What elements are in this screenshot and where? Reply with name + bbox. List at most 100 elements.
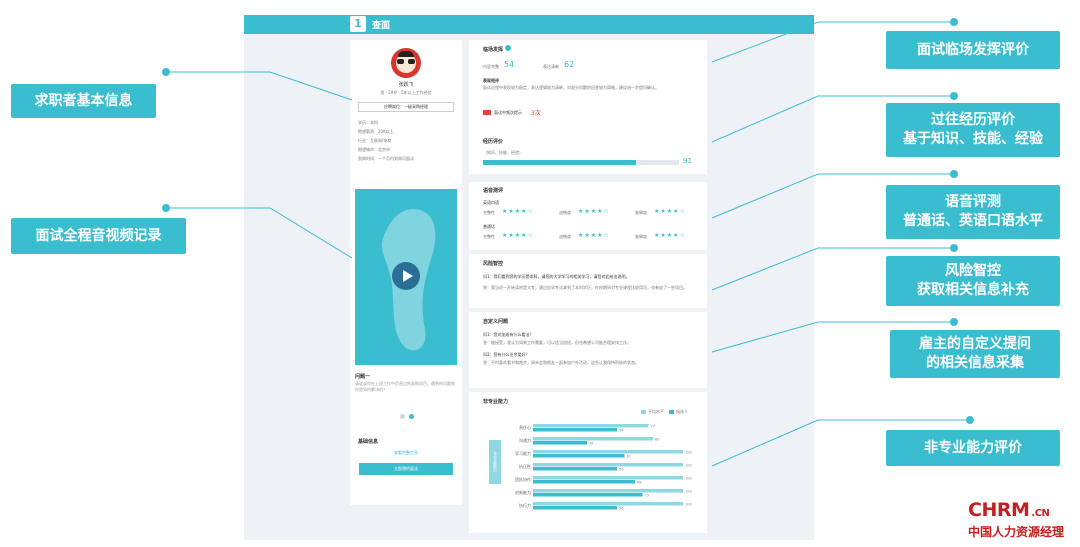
- bar-average: [533, 502, 683, 506]
- callout-experience: 过往经历评价 基于知识、技能、经验: [886, 103, 1060, 157]
- play-icon: [403, 270, 413, 282]
- experience-bar-fill: [483, 160, 636, 165]
- rating-stars: ★★★★☆: [502, 208, 534, 215]
- comment-title: 表现短评: [483, 78, 499, 83]
- callout-basic-info: 求职者基本信息: [11, 84, 156, 118]
- bar-value-label: 73: [645, 494, 649, 498]
- logo-suffix: .CN: [1031, 508, 1050, 519]
- connector-dot: [162, 68, 170, 76]
- bar-value-label: 100: [685, 490, 692, 494]
- rating-stars: ★★★★☆: [578, 208, 610, 215]
- voice-item-label: 完整性: [483, 234, 495, 239]
- bar-value-label: 36: [589, 442, 593, 446]
- experience-card: 经历评价 （知识、技能、经验） 91: [469, 132, 707, 174]
- callout-text: 面试全程音视频记录: [35, 228, 162, 244]
- comment-text: 面试过程中表现较为稳定，表达逻辑较为清晰，对部分问题的回答较为简略，建议进一步提…: [483, 85, 659, 90]
- rating-stars: ★★★★☆: [502, 232, 534, 239]
- experience-score: 91: [683, 157, 692, 165]
- page: 1 查面 张跃飞 男 · 29岁 · 5年以上工作经验 应聘岗位：一级采购经理 …: [0, 0, 1080, 547]
- bar-value-label: 100: [685, 451, 692, 455]
- callout-video-record: 面试全程音视频记录: [11, 218, 186, 254]
- report-title: 查面: [372, 21, 391, 31]
- candidate-name: 张跃飞: [398, 82, 414, 88]
- legend-label: 平均水平: [648, 409, 664, 414]
- connector-dot: [950, 18, 958, 26]
- connector-dot: [950, 318, 958, 326]
- play-button[interactable]: [392, 262, 420, 290]
- category-label: 责任心: [519, 424, 531, 430]
- bar-candidate: [533, 441, 587, 445]
- risk-title: 风险智控: [483, 261, 504, 267]
- bar-value-label: 56: [619, 507, 623, 511]
- experience-sub: （知识、技能、经验）: [483, 150, 523, 155]
- callout-text: 风险智控: [945, 263, 1001, 279]
- profile-field: 学历：本科: [358, 120, 378, 125]
- nonpro-side-label: 非专业能力: [489, 440, 501, 484]
- nonpro-bar-chart: 责任心 77 56 沟通力 80 36 学习能力 100 61 抗压性 100 56 团队协作 100 68…: [515, 424, 692, 511]
- connector-dot: [950, 170, 958, 178]
- bar-average: [533, 450, 683, 454]
- risk-answer: 答：我当初一开始读的是大专，通过自学考试拿到了本科学历，在校期间对专业课程比较用…: [483, 285, 687, 290]
- bar-candidate: [533, 467, 617, 471]
- question-text: 请谈谈你在上段工作中负责过的采购项目，遇到的问题和你是如何解决的？: [355, 381, 455, 392]
- legend-swatch-candidate: [669, 410, 674, 414]
- custom-question-1: 问1：您对加班有什么看法？: [483, 332, 534, 337]
- callout-text: 面试临场发挥评价: [917, 42, 1029, 58]
- bar-candidate: [533, 480, 635, 484]
- callout-performance: 面试临场发挥评价: [886, 31, 1060, 69]
- bar-candidate: [533, 428, 617, 432]
- carousel-dot[interactable]: [400, 414, 405, 419]
- voice-item-label: 流畅度: [559, 234, 571, 239]
- carousel-dot-active[interactable]: [409, 414, 414, 419]
- voice-title: 语音测评: [483, 188, 504, 194]
- bar-value-label: 56: [619, 429, 623, 433]
- bar-candidate: [533, 493, 643, 497]
- bar-value-label: 61: [627, 455, 631, 459]
- category-label: 执行力: [519, 502, 531, 508]
- nonpro-card: 非专业能力 平均水平 候选人 非专业能力 责任心 77 56 沟通力 80 36 学习能力 1…: [469, 392, 707, 533]
- custom-question-2: 问2：您有什么业余爱好？: [483, 352, 530, 357]
- bar-value-label: 100: [685, 464, 692, 468]
- bar-candidate: [533, 454, 625, 458]
- score-label: 内容完整: [483, 64, 499, 69]
- bar-value-label: 68: [637, 481, 641, 485]
- legend-label: 候选人: [676, 409, 688, 414]
- callout-subtext: 获取相关信息补充: [917, 282, 1029, 298]
- voice-card: 语音测评 英语口语 完整性 ★★★★☆ 流畅度 ★★★★☆ 准确度 ★★★★☆ 普通话 完整性 ★…: [469, 182, 707, 250]
- bar-average: [533, 463, 683, 467]
- position-button[interactable]: 应聘岗位：一级采购经理: [358, 102, 454, 112]
- full-info-link[interactable]: 查看完整信息: [350, 450, 462, 456]
- custom-answer-2: 答：平时喜欢看书和跑步，周末会和朋友一起参加户外活动，这些让我保持积极的状态。: [483, 360, 639, 365]
- bar-candidate: [533, 506, 617, 510]
- video-card: 问题一 请谈谈你在上段工作中负责过的采购项目，遇到的问题和你是如何解决的？: [350, 185, 462, 438]
- legend-swatch-avg: [641, 410, 646, 414]
- callout-text: 雇主的自定义提问: [919, 336, 1031, 352]
- profile-card: 张跃飞 男 · 29岁 · 5年以上工作经验 应聘岗位：一级采购经理 学历：本科…: [350, 40, 462, 187]
- callout-subtext: 普通话、英语口语水平: [903, 213, 1043, 229]
- warning-value: 3次: [531, 110, 541, 117]
- experience-title: 经历评价: [483, 139, 504, 145]
- rating-stars: ★★★★☆: [654, 208, 686, 215]
- basic-info-title: 基础信息: [358, 439, 379, 445]
- basic-info-card: 基础信息 查看完整信息 立即预约面试: [350, 428, 462, 505]
- callout-nonpro: 非专业能力评价: [886, 430, 1060, 466]
- voice-item-label: 准确度: [635, 210, 647, 215]
- video-player[interactable]: [355, 189, 457, 365]
- connector-dot: [950, 92, 958, 100]
- report-header: 1 查面: [244, 15, 814, 34]
- bar-value-label: 80: [655, 438, 659, 442]
- nonpro-title: 非专业能力: [483, 399, 509, 405]
- book-interview-button[interactable]: 立即预约面试: [359, 463, 453, 475]
- score-value: 54: [504, 60, 515, 69]
- info-icon[interactable]: [505, 45, 511, 51]
- rating-stars: ★★★★☆: [654, 232, 686, 239]
- report-frame: 1 查面 张跃飞 男 · 29岁 · 5年以上工作经验 应聘岗位：一级采购经理 …: [244, 15, 814, 540]
- callout-text: 过往经历评价: [931, 112, 1015, 128]
- question-title: 问题一: [355, 374, 371, 380]
- custom-questions-card: 自定义问题 问1：您对加班有什么看法？ 答：能接受，我认为如果工作需要，可以适当…: [469, 312, 707, 388]
- logo-tagline: 中国人力资源经理: [968, 525, 1065, 539]
- profile-field: 行业：互联网/电商: [358, 138, 392, 143]
- bar-average: [533, 476, 683, 480]
- score-label: 表达清晰: [543, 64, 559, 69]
- voice-group-name: 普通话: [483, 224, 495, 229]
